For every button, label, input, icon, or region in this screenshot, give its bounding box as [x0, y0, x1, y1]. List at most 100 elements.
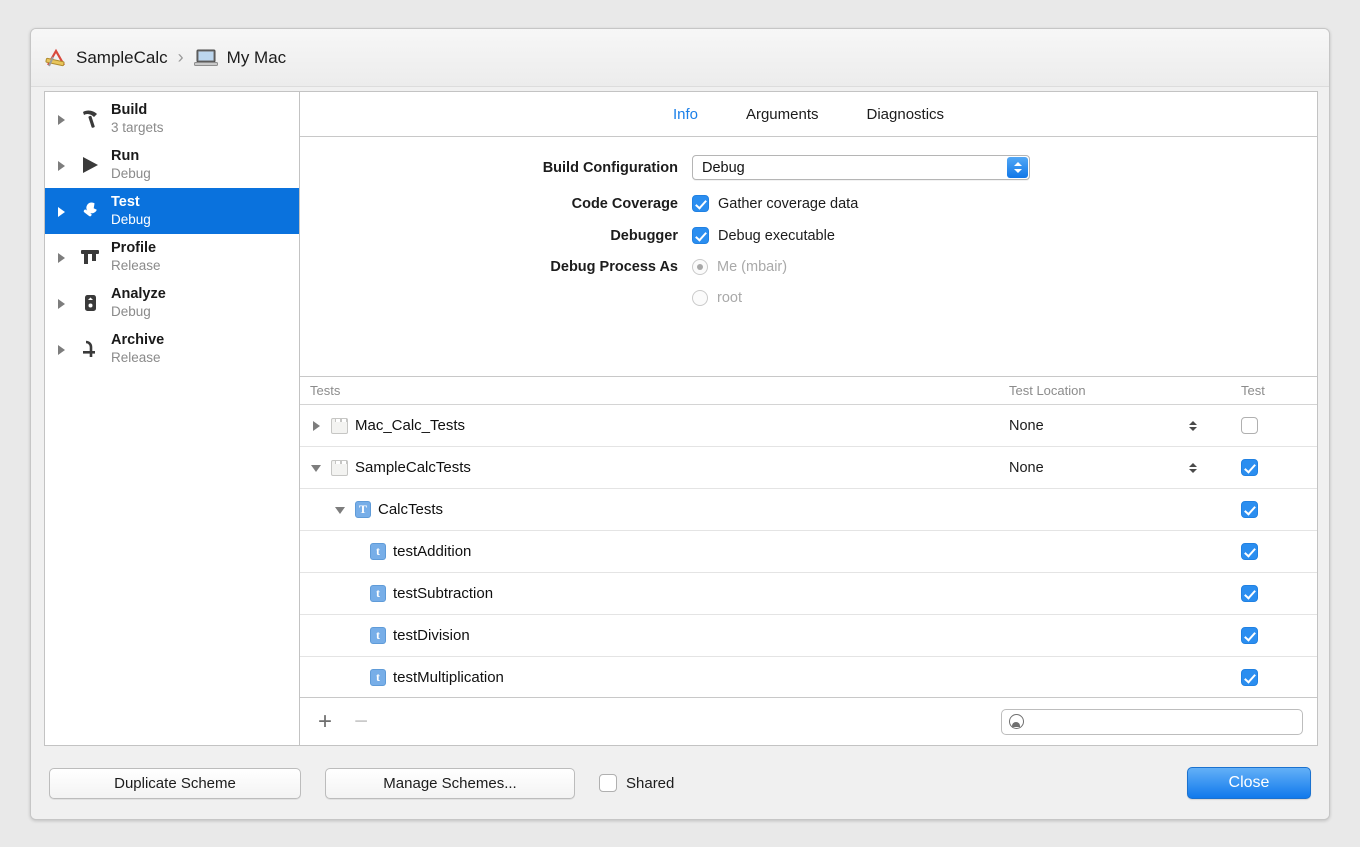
column-header-test-location[interactable]: Test Location [1009, 383, 1241, 398]
build-configuration-label: Build Configuration [300, 160, 692, 176]
disclosure-triangle-icon[interactable] [55, 204, 69, 218]
disclosure-triangle-icon[interactable] [55, 342, 69, 356]
disclosure-triangle-icon[interactable] [310, 419, 324, 433]
debug-executable-label: Debug executable [718, 228, 835, 244]
instruments-icon [75, 246, 105, 268]
column-header-tests[interactable]: Tests [310, 383, 1009, 398]
tests-table-body: Mac_Calc_Tests None [300, 405, 1317, 697]
chevron-up-down-icon[interactable] [1189, 463, 1197, 473]
build-configuration-row: Build Configuration Debug [300, 155, 1317, 180]
close-button[interactable]: Close [1187, 767, 1311, 799]
test-enabled-checkbox[interactable] [1241, 627, 1258, 644]
test-enabled-checkbox[interactable] [1241, 501, 1258, 518]
test-enabled-cell [1241, 627, 1303, 644]
table-row[interactable]: t testAddition [300, 531, 1317, 573]
test-bundle-icon [331, 460, 348, 476]
test-enabled-checkbox[interactable] [1241, 543, 1258, 560]
test-row-name-cell: t testAddition [310, 543, 1009, 560]
play-triangle-icon [75, 154, 105, 176]
debug-process-as-root-row: root [300, 290, 1317, 306]
debug-executable-checkbox[interactable] [692, 227, 709, 244]
sidebar-item-test-label: Test [111, 194, 151, 211]
table-row[interactable]: t testMultiplication [300, 657, 1317, 697]
sidebar-item-archive[interactable]: Archive Release [45, 326, 299, 372]
sidebar-item-profile[interactable]: Profile Release [45, 234, 299, 280]
table-row[interactable]: Mac_Calc_Tests None [300, 405, 1317, 447]
debugger-row: Debugger Debug executable [300, 227, 1317, 244]
shared-checkbox[interactable] [599, 774, 617, 792]
disclosure-triangle-icon[interactable] [55, 296, 69, 310]
table-row[interactable]: t testSubtraction [300, 573, 1317, 615]
test-enabled-checkbox[interactable] [1241, 669, 1258, 686]
test-enabled-checkbox[interactable] [1241, 585, 1258, 602]
sidebar-item-profile-subtitle: Release [111, 258, 161, 274]
test-row-name-cell: T CalcTests [310, 501, 1009, 518]
test-enabled-checkbox[interactable] [1241, 417, 1258, 434]
gather-coverage-data-label: Gather coverage data [718, 196, 858, 212]
test-enabled-cell [1241, 459, 1303, 476]
disclosure-triangle-icon[interactable] [55, 112, 69, 126]
sidebar-item-test[interactable]: Test Debug [45, 188, 299, 234]
duplicate-scheme-button[interactable]: Duplicate Scheme [49, 768, 301, 799]
debug-process-as-option-root[interactable]: root [692, 290, 742, 306]
build-configuration-value: Debug [702, 160, 745, 176]
add-test-button[interactable]: + [314, 710, 336, 734]
test-row-name-cell: SampleCalcTests [310, 459, 1009, 476]
test-enabled-cell [1241, 501, 1303, 518]
table-row[interactable]: T CalcTests [300, 489, 1317, 531]
debugger-control[interactable]: Debug executable [692, 227, 835, 244]
table-row[interactable]: SampleCalcTests None [300, 447, 1317, 489]
test-enabled-checkbox[interactable] [1241, 459, 1258, 476]
test-enabled-cell [1241, 669, 1303, 686]
manage-schemes-button[interactable]: Manage Schemes... [325, 768, 575, 799]
shared-label: Shared [626, 775, 674, 792]
remove-test-button[interactable]: − [350, 710, 372, 734]
test-method-icon: t [370, 543, 386, 560]
breadcrumb-scheme[interactable]: SampleCalc [45, 48, 168, 68]
test-method-icon: t [370, 627, 386, 644]
build-configuration-popup[interactable]: Debug [692, 155, 1030, 180]
column-header-test[interactable]: Test [1241, 383, 1303, 398]
code-coverage-control[interactable]: Gather coverage data [692, 195, 858, 212]
test-method-icon: t [370, 669, 386, 686]
tab-diagnostics[interactable]: Diagnostics [867, 106, 945, 123]
tab-info[interactable]: Info [673, 106, 698, 123]
breadcrumb-scheme-label: SampleCalc [76, 48, 168, 68]
sidebar-item-build[interactable]: Build 3 targets [45, 96, 299, 142]
table-row[interactable]: t testDivision [300, 615, 1317, 657]
shared-checkbox-group[interactable]: Shared [599, 774, 674, 792]
editor-body: Build 3 targets Run Debug [44, 91, 1318, 746]
test-filter-field[interactable] [1001, 709, 1303, 735]
breadcrumb-destination[interactable]: My Mac [194, 48, 287, 68]
sidebar-item-run-label: Run [111, 148, 151, 165]
test-location-value: None [1009, 460, 1044, 476]
sidebar-item-analyze[interactable]: Analyze Debug [45, 280, 299, 326]
debug-process-as-root-radio[interactable] [692, 290, 708, 306]
test-location-cell[interactable]: None [1009, 418, 1241, 434]
breadcrumb-separator: › [178, 47, 184, 68]
gather-coverage-data-checkbox[interactable] [692, 195, 709, 212]
breadcrumb: SampleCalc › My Mac [45, 47, 286, 68]
tab-arguments[interactable]: Arguments [746, 106, 819, 123]
debug-process-as-option-me[interactable]: Me (mbair) [692, 259, 787, 275]
archive-icon [75, 338, 105, 360]
test-row-label: SampleCalcTests [355, 459, 471, 476]
code-coverage-label: Code Coverage [300, 196, 692, 212]
chevron-up-down-icon[interactable] [1189, 421, 1197, 431]
test-location-cell[interactable]: None [1009, 460, 1241, 476]
debug-process-as-me-radio[interactable] [692, 259, 708, 275]
debug-process-as-root-label: root [717, 290, 742, 306]
detail-pane: Info Arguments Diagnostics Build Configu… [300, 92, 1317, 745]
sidebar-item-test-subtitle: Debug [111, 212, 151, 228]
sidebar-item-archive-label: Archive [111, 332, 164, 349]
disclosure-triangle-icon[interactable] [55, 250, 69, 264]
wrench-icon [75, 200, 105, 222]
xcode-scheme-icon [45, 48, 67, 68]
sidebar-item-run[interactable]: Run Debug [45, 142, 299, 188]
tests-table-header: Tests Test Location Test [300, 377, 1317, 405]
disclosure-triangle-icon[interactable] [334, 503, 348, 517]
test-row-name-cell: t testMultiplication [310, 669, 1009, 686]
disclosure-triangle-icon[interactable] [310, 461, 324, 475]
tests-table: Tests Test Location Test Mac_Calc_Tests … [300, 377, 1317, 745]
disclosure-triangle-icon[interactable] [55, 158, 69, 172]
